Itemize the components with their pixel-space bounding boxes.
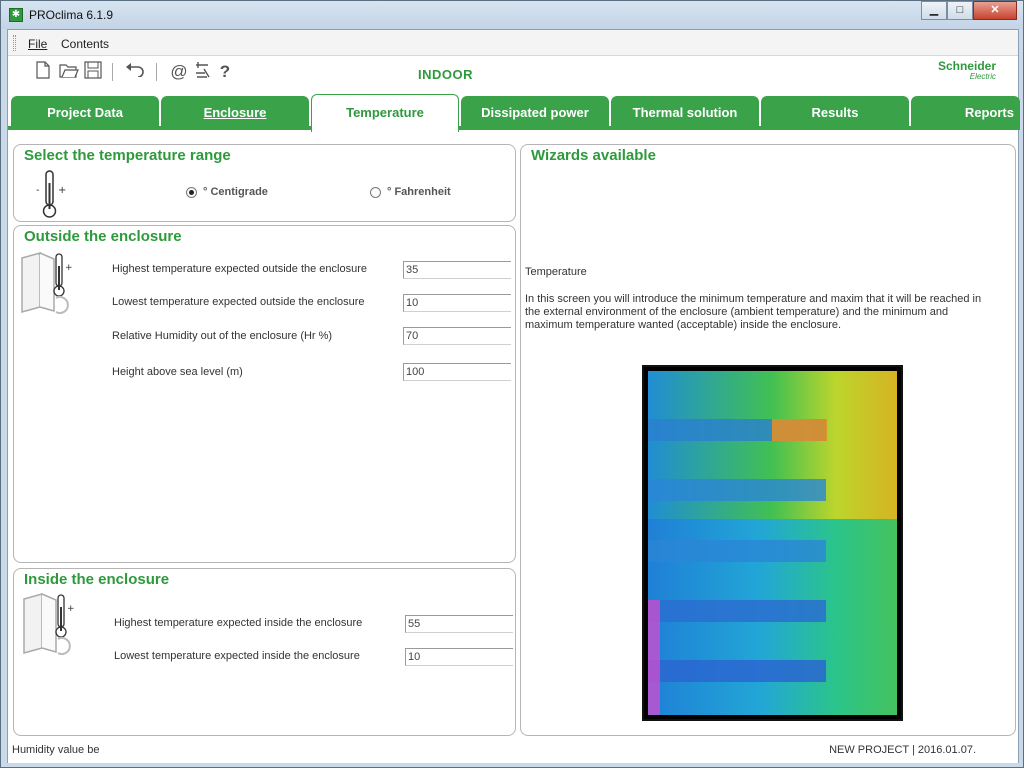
section-label: INDOOR	[418, 67, 473, 82]
open-folder-icon[interactable]	[58, 61, 80, 83]
inside-lowest-temp-input[interactable]	[405, 648, 513, 666]
svg-text:+: +	[67, 604, 75, 614]
field-label: Highest temperature expected inside the …	[114, 617, 363, 629]
enclosure-thermometer-icon: +	[20, 593, 80, 662]
outside-enclosure-panel: Outside the enclosure + Highest temperat…	[13, 225, 516, 563]
wizard-heading: Temperature	[525, 266, 587, 278]
field-label: Relative Humidity out of the enclosure (…	[112, 330, 333, 342]
app-logo-icon: ✱	[9, 8, 23, 22]
toolbar: @ ? INDOOR Schneider Electric	[8, 57, 1018, 89]
tab-project-data[interactable]: Project Data	[11, 96, 159, 130]
thermal-image	[642, 365, 903, 721]
menu-contents[interactable]: Contents	[61, 37, 109, 51]
close-button[interactable]: ✕	[973, 1, 1017, 20]
tab-dissipated-power[interactable]: Dissipated power	[461, 96, 609, 130]
client-area: File Contents @ ? INDOOR Schneider Elect…	[7, 29, 1020, 763]
tab-results[interactable]: Results	[761, 96, 909, 130]
tools-icon[interactable]	[191, 61, 213, 83]
panel-title: Select the temperature range	[24, 147, 231, 164]
panel-title: Outside the enclosure	[24, 228, 182, 245]
radio-label: ° Fahrenheit	[387, 186, 451, 198]
outside-humidity-input[interactable]	[403, 327, 511, 345]
menu-grip	[13, 35, 16, 51]
panel-title: Wizards available	[531, 147, 656, 164]
tab-enclosure[interactable]: Enclosure	[161, 96, 309, 130]
menu-bar: File Contents	[8, 30, 1018, 56]
field-label: Lowest temperature expected inside the e…	[114, 650, 360, 662]
save-icon[interactable]	[82, 61, 104, 83]
height-above-sea-input[interactable]	[403, 363, 511, 381]
outside-highest-temp-input[interactable]	[403, 261, 511, 279]
temperature-range-panel: Select the temperature range - + ° Centig…	[13, 144, 516, 222]
svg-text:+: +	[65, 263, 73, 273]
radio-fahrenheit[interactable]: ° Fahrenheit	[370, 186, 451, 198]
field-label: Height above sea level (m)	[112, 366, 243, 378]
window-title: PROclima 6.1.9	[29, 8, 114, 22]
panel-title: Inside the enclosure	[24, 571, 170, 588]
project-status: NEW PROJECT | 2016.01.07.	[829, 744, 976, 756]
title-bar: ✱ PROclima 6.1.9 ▁ □ ✕	[1, 1, 1023, 29]
status-message: Humidity value be	[12, 744, 100, 756]
outside-lowest-temp-input[interactable]	[403, 294, 511, 312]
thermometer-icon: - +	[34, 169, 68, 222]
field-label: Highest temperature expected outside the…	[112, 263, 367, 275]
tab-temperature[interactable]: Temperature	[311, 94, 459, 132]
brand-subname: Electric	[969, 72, 996, 81]
enclosure-thermometer-icon: +	[18, 252, 78, 321]
svg-text:+: +	[58, 185, 66, 196]
status-bar: Humidity value be NEW PROJECT | 2016.01.…	[8, 739, 1018, 763]
radio-label: ° Centigrade	[203, 186, 268, 198]
wizard-description: In this screen you will introduce the mi…	[525, 293, 982, 331]
tab-reports[interactable]: Reports	[911, 96, 1020, 130]
new-file-icon[interactable]	[32, 61, 54, 83]
brand-name: Schneider	[937, 59, 996, 73]
menu-file[interactable]: File	[28, 37, 47, 51]
radio-centigrade[interactable]: ° Centigrade	[186, 186, 268, 198]
maximize-button[interactable]: □	[947, 1, 973, 20]
field-label: Lowest temperature expected outside the …	[112, 296, 365, 308]
toolbar-separator	[112, 63, 113, 81]
app-window: ✱ PROclima 6.1.9 ▁ □ ✕ File Contents @ ?…	[0, 0, 1024, 768]
inside-enclosure-panel: Inside the enclosure + Highest temperatu…	[13, 568, 516, 736]
email-at-icon[interactable]: @	[168, 61, 190, 83]
tab-bar: Project Data Enclosure Temperature Dissi…	[8, 92, 1020, 132]
inside-highest-temp-input[interactable]	[405, 615, 513, 633]
radio-button[interactable]	[370, 186, 381, 198]
undo-icon[interactable]	[124, 61, 146, 83]
svg-text:-: -	[36, 185, 40, 196]
tab-thermal-solution[interactable]: Thermal solution	[611, 96, 759, 130]
brand-logo: Schneider Electric	[938, 60, 996, 81]
toolbar-separator	[156, 63, 157, 81]
minimize-button[interactable]: ▁	[921, 1, 947, 20]
radio-button-checked[interactable]	[186, 186, 197, 198]
help-icon[interactable]: ?	[214, 61, 236, 83]
